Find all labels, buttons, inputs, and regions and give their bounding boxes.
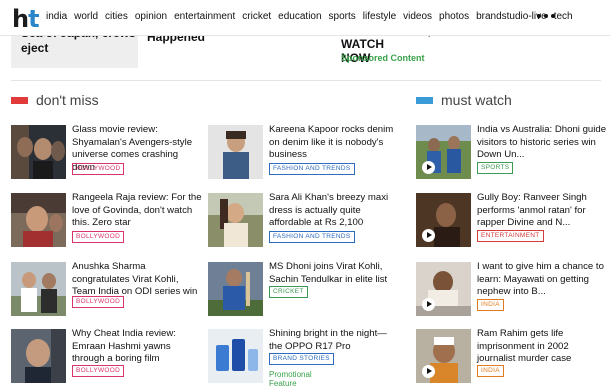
play-icon[interactable] — [422, 161, 435, 174]
thumbnail-image[interactable] — [11, 193, 66, 247]
category-badge[interactable]: SPORTS — [477, 162, 514, 174]
headline-link[interactable]: Gully Boy: Ranveer Singh performs 'anmol… — [477, 192, 607, 230]
nav-item-education[interactable]: education — [278, 11, 321, 22]
category-badge[interactable]: FASHION AND TRENDS — [269, 231, 355, 243]
headline-link[interactable]: Why Cheat India review: Emraan Hashmi ya… — [72, 328, 202, 366]
nav-item-cricket[interactable]: cricket — [242, 11, 271, 22]
category-badge[interactable]: ENTERTAINMENT — [477, 230, 544, 242]
nav-item-tech[interactable]: tech — [554, 11, 573, 22]
category-badge[interactable]: INDIA — [477, 299, 504, 311]
headline-link[interactable]: I want to give him a chance to learn: Ma… — [477, 261, 607, 299]
top-navigation-bar: ht india world cities opinion entertainm… — [0, 0, 610, 36]
video-thumbnail[interactable] — [416, 262, 471, 316]
thumbnail-image[interactable] — [208, 193, 263, 247]
category-badge[interactable]: INDIA — [477, 365, 504, 377]
headline-link[interactable]: India vs Australia: Dhoni guide visitors… — [477, 124, 607, 162]
play-icon[interactable] — [422, 365, 435, 378]
headline-link[interactable]: Shining bright in the night— the OPPO R1… — [269, 328, 399, 353]
promotional-label: Promotional Feature — [269, 370, 312, 388]
headline-link[interactable]: Anushka Sharma congratulates Virat Kohli… — [72, 261, 202, 299]
thumbnail-image[interactable] — [208, 262, 263, 316]
divider — [11, 80, 601, 81]
headline-link[interactable]: Kareena Kapoor rocks denim on denim like… — [269, 124, 399, 162]
thumbnail-image[interactable] — [208, 125, 263, 179]
play-icon[interactable] — [422, 298, 435, 311]
dont-miss-title: don't miss — [36, 92, 99, 108]
category-badge[interactable]: BOLLYWOOD — [72, 296, 125, 308]
nav-item-photos[interactable]: photos — [439, 11, 469, 22]
logo-letter-h: h — [12, 5, 29, 33]
category-badge[interactable]: HOLLYWOOD — [72, 163, 125, 175]
thumbnail-image[interactable] — [208, 329, 263, 383]
category-badge[interactable]: BRAND STORIES — [269, 353, 334, 365]
nav-item-videos[interactable]: videos — [403, 11, 432, 22]
headline-link[interactable]: MS Dhoni joins Virat Kohli, Sachin Tendu… — [269, 261, 399, 286]
sponsored-label: Sponsored Content — [341, 53, 425, 63]
logo-letter-t: t — [28, 5, 40, 33]
category-badge[interactable]: BOLLYWOOD — [72, 365, 125, 377]
video-thumbnail[interactable] — [416, 193, 471, 247]
nav-item-opinion[interactable]: opinion — [135, 11, 167, 22]
headline-link[interactable]: Ram Rahim gets life imprisonment in 2002… — [477, 328, 607, 366]
video-thumbnail[interactable] — [416, 125, 471, 179]
video-thumbnail[interactable] — [416, 329, 471, 383]
nav-item-sports[interactable]: sports — [329, 11, 356, 22]
ht-logo[interactable]: ht — [12, 5, 40, 31]
thumbnail-image[interactable] — [11, 329, 66, 383]
thumbnail-image[interactable] — [11, 262, 66, 316]
category-badge[interactable]: BOLLYWOOD — [72, 231, 125, 243]
more-menu-icon[interactable] — [537, 14, 555, 18]
nav-item-cities[interactable]: cities — [105, 11, 128, 22]
nav-item-world[interactable]: world — [74, 11, 98, 22]
must-watch-title: must watch — [441, 92, 512, 108]
headline-link[interactable]: Rangeela Raja review: For the love of Go… — [72, 192, 202, 230]
thumbnail-image[interactable] — [11, 125, 66, 179]
dont-miss-header: don't miss — [11, 92, 99, 108]
nav-item-entertainment[interactable]: entertainment — [174, 11, 235, 22]
section-nav: india world cities opinion entertainment… — [46, 11, 573, 22]
nav-item-india[interactable]: india — [46, 11, 67, 22]
must-watch-header: must watch — [416, 92, 512, 108]
dont-miss-accent-bar — [11, 96, 28, 104]
category-badge[interactable]: CRICKET — [269, 286, 308, 298]
nav-item-lifestyle[interactable]: lifestyle — [363, 11, 396, 22]
must-watch-accent-bar — [416, 96, 433, 104]
category-badge[interactable]: FASHION AND TRENDS — [269, 163, 355, 175]
headline-link[interactable]: Sara Ali Khan's breezy maxi dress is act… — [269, 192, 399, 230]
play-icon[interactable] — [422, 229, 435, 242]
